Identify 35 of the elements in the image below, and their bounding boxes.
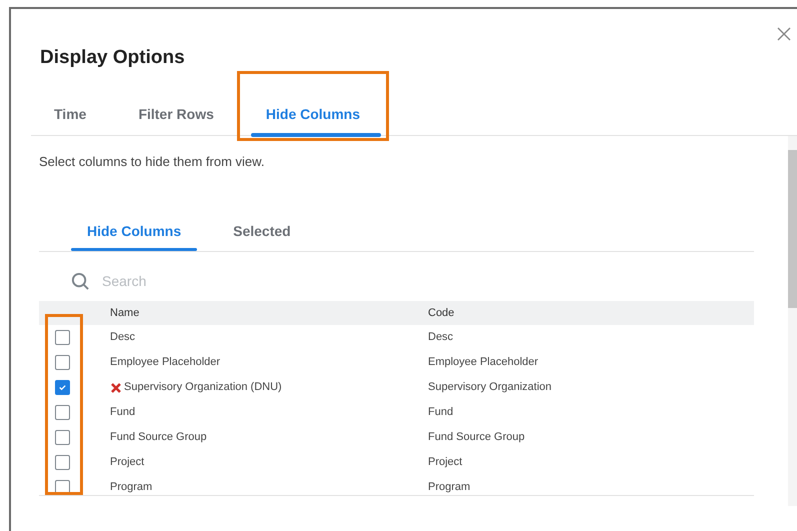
close-icon[interactable] — [777, 27, 791, 41]
table-cell-text: Program — [428, 480, 470, 495]
tab[interactable]: Filter Rows — [115, 92, 237, 136]
dialog-title: Display Options — [40, 46, 185, 70]
table-cell-text: Fund — [428, 405, 454, 420]
checkbox[interactable] — [54, 330, 70, 345]
tab[interactable]: Time — [31, 92, 110, 136]
scrollbar[interactable] — [788, 136, 797, 506]
table-cell-text: Desc — [110, 330, 136, 346]
search-field[interactable]: Search — [102, 270, 302, 292]
checkbox[interactable] — [54, 355, 70, 370]
table-cell-text: Desc — [428, 330, 454, 346]
table-cell-text: Supervisory Organization (DNU) — [124, 380, 282, 396]
table-cell-text: Project — [428, 455, 462, 470]
table-cell-text: Program — [110, 480, 152, 495]
tab[interactable]: Hide Columns — [242, 92, 384, 136]
tab[interactable]: Selected — [217, 212, 307, 251]
checkbox[interactable] — [54, 455, 70, 470]
checkbox[interactable] — [54, 405, 70, 420]
table-cell-text: Employee Placeholder — [428, 355, 538, 370]
column-header: Name — [110, 306, 140, 321]
tab[interactable]: Hide Columns — [71, 212, 198, 251]
instructions-text: Select columns to hide them from view. — [39, 152, 266, 170]
checkbox[interactable] — [54, 480, 70, 495]
check-icon — [58, 383, 66, 392]
table-cell-text: Fund Source Group — [110, 430, 207, 446]
table-cell-text: Fund Source Group — [428, 430, 525, 446]
table-cell-text: Project — [110, 455, 144, 470]
search-icon — [71, 272, 90, 290]
column-header: Code — [428, 306, 454, 321]
checkbox[interactable] — [54, 430, 70, 445]
checkbox[interactable] — [54, 380, 70, 395]
table-cell-text: Employee Placeholder — [110, 355, 220, 370]
table-cell-text: Fund — [110, 405, 136, 420]
table-cell-text: Supervisory Organization — [428, 380, 552, 396]
